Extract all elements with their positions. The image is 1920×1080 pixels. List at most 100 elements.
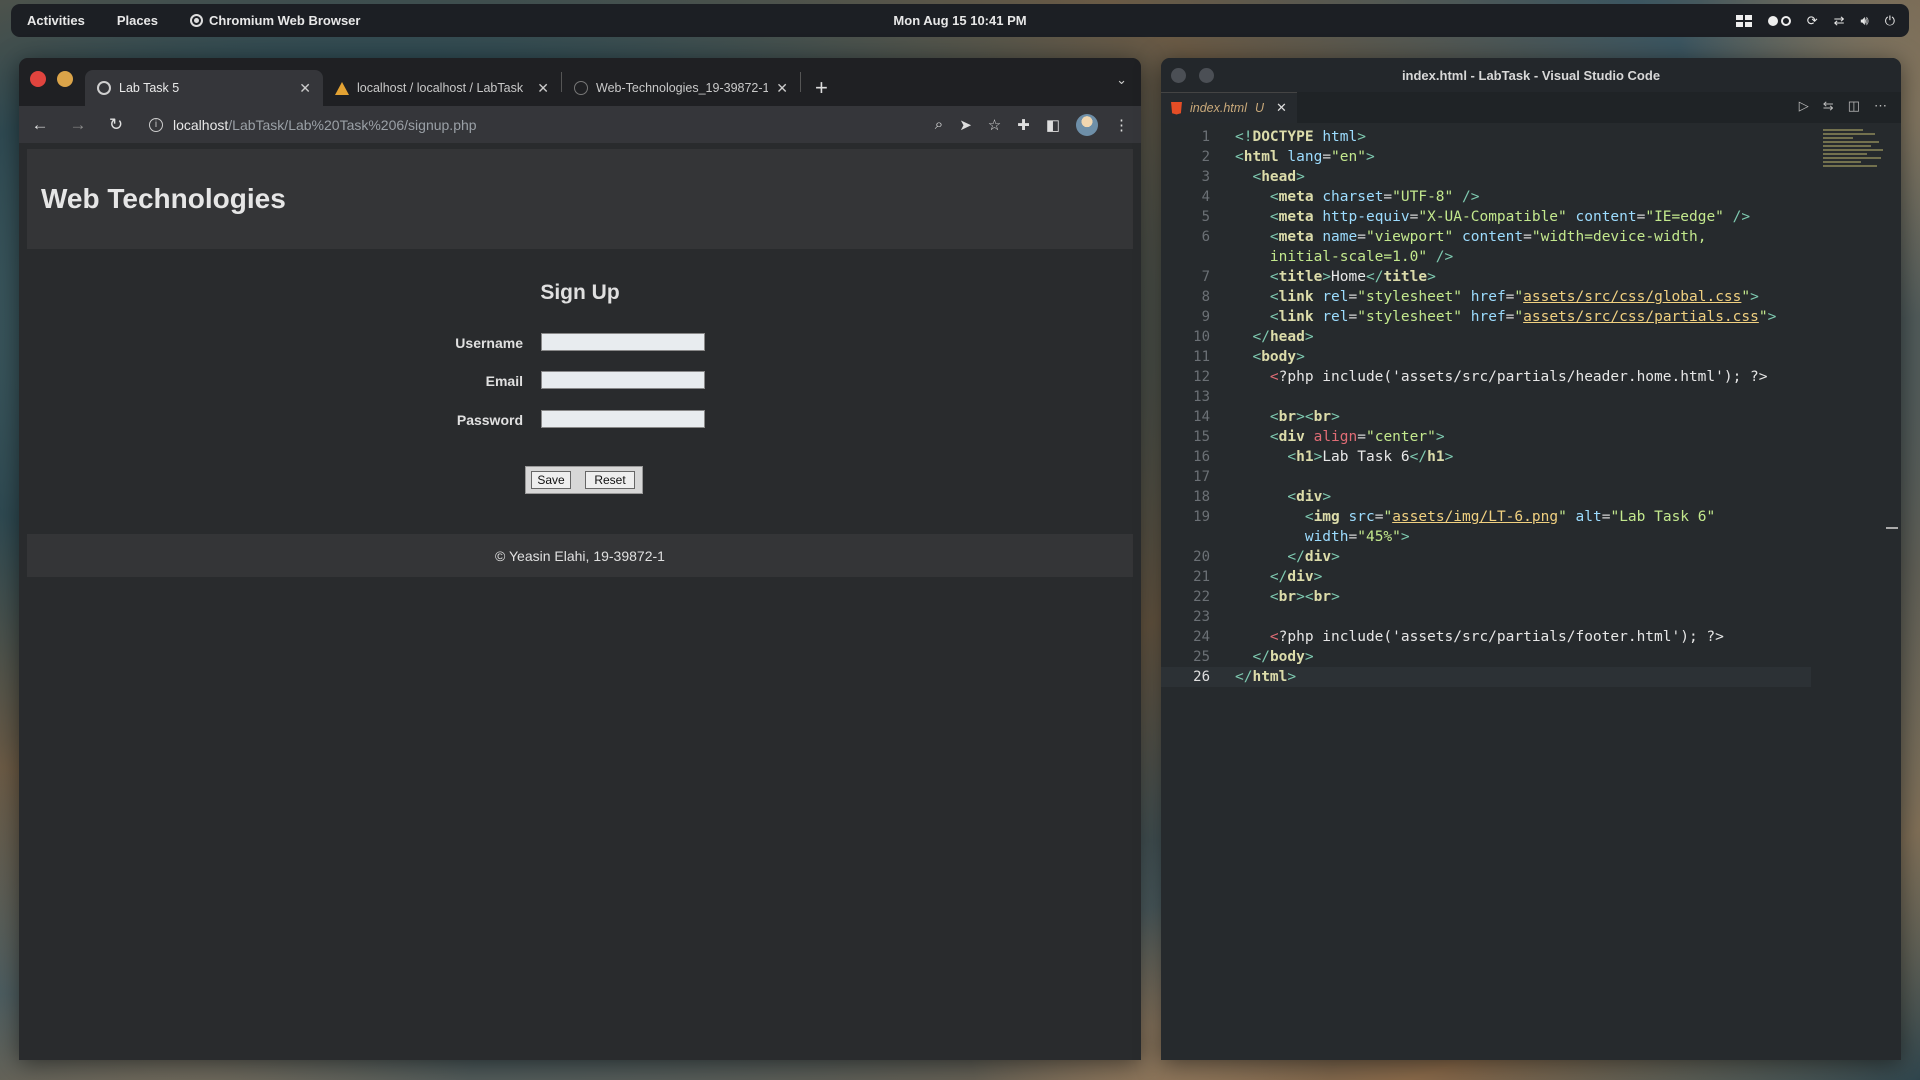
code-line: 12 <?php include('assets/src/partials/he… [1193,369,1768,385]
toggle-icon[interactable] [1767,15,1791,26]
places-menu[interactable]: Places [101,13,174,28]
clock[interactable]: Mon Aug 15 10:41 PM [893,13,1026,28]
code-line: 1 <!DOCTYPE html> [1201,129,1366,145]
code-line: 19 <img src="assets/img/LT-6.png" alt="L… [1193,509,1716,525]
volume-icon[interactable]: 🔊︎ [1861,13,1869,29]
split-editor-icon[interactable]: ◫ [1848,98,1860,114]
form-title: Sign Up [540,281,620,304]
url-host: localhost [173,116,229,133]
places-label: Places [116,13,159,28]
site-header: Web Technologies [27,149,1133,249]
back-icon[interactable]: ← [31,115,49,135]
tab-search-chevron-icon[interactable]: ⌄ [1116,72,1127,88]
password-input[interactable] [541,410,705,428]
code-line: 21 </div> [1193,569,1323,585]
reload-icon[interactable]: ↻ [107,115,125,135]
html-file-icon [1171,101,1182,115]
code-line: 10 </head> [1193,329,1314,345]
menu-kebab-icon[interactable]: ⋮ [1114,116,1129,134]
app-menu[interactable]: Chromium Web Browser [174,13,376,28]
code-line: 22 <br><br> [1193,589,1340,605]
toolbar-actions: ⌕ ➤ ☆ ✚ ◧ ⋮ [935,113,1129,136]
zoom-icon[interactable]: ⌕ [935,116,943,133]
code-editor[interactable]: 1 <!DOCTYPE html> 2 <html lang="en"> 3 <he… [1161,123,1901,1060]
email-input[interactable] [541,371,705,389]
address-bar[interactable]: i localhost/LabTask/Lab%20Task%206/signu… [149,117,915,133]
code-line: 7 <title>Home</title> [1201,269,1436,285]
tab-phpmyadmin[interactable]: localhost / localhost / LabTask ✕ [323,70,561,106]
git-status-badge: U [1254,101,1265,115]
workspace-grid-icon[interactable] [1735,14,1752,27]
code-line: 23 [1193,609,1210,625]
chromium-icon [190,14,204,27]
code-line: 2 <html lang="en"> [1201,149,1375,165]
send-icon[interactable]: ➤ [959,116,972,134]
extensions-icon[interactable]: ✚ [1017,116,1030,134]
vscode-titlebar: index.html - LabTask - Visual Studio Cod… [1161,58,1901,92]
editor-actions: ▷ ⇆ ◫ ⋯ [1799,98,1887,114]
username-row: Username [27,333,1133,357]
power-icon[interactable]: ⏻ [1885,13,1895,29]
network-icon[interactable]: ⇄ [1834,13,1845,29]
save-button[interactable]: Save [531,471,571,489]
page-viewport: Web Technologies Sign Up Username Email … [19,143,1141,1060]
tab-strip: Lab Task 5 ✕ localhost / localhost / Lab… [19,58,1141,106]
password-row: Password [27,410,1133,434]
tab-index-html[interactable]: index.html U ✕ [1161,92,1297,123]
close-window-button[interactable] [30,71,46,87]
url-path: /LabTask/Lab%20Task%206/signup.php [228,116,477,133]
bookmark-star-icon[interactable]: ☆ [988,116,1001,134]
site-footer: © Yeasin Elahi, 19-39872-1 [27,534,1133,577]
new-tab-button[interactable]: + [801,70,842,106]
globe-icon [97,81,111,95]
site-title: Web Technologies [41,183,286,214]
minimize-window-button[interactable] [57,71,73,87]
side-panel-icon[interactable]: ◧ [1046,116,1060,134]
browser-window: Lab Task 5 ✕ localhost / localhost / Lab… [19,58,1141,1060]
activities-button[interactable]: Activities [11,13,101,28]
minimize-window-button[interactable] [1199,68,1214,83]
compare-icon[interactable]: ⇆ [1823,98,1834,114]
browser-toolbar: ← → ↻ i localhost/LabTask/Lab%20Task%206… [19,106,1141,143]
code-line-current: 26 </html> [1161,667,1811,687]
activities-label: Activities [27,13,85,28]
signup-form: Sign Up Username Email Password Save Res… [27,249,1133,494]
vscode-window: index.html - LabTask - Visual Studio Cod… [1161,58,1901,1060]
close-tab-icon[interactable]: ✕ [299,80,311,97]
system-tray: ⟳ ⇄ 🔊︎ ⏻ [1735,13,1895,29]
reset-button[interactable]: Reset [585,471,635,489]
code-line: 16 <h1>Lab Task 6</h1> [1193,449,1454,465]
more-actions-icon[interactable]: ⋯ [1874,98,1887,114]
profile-avatar[interactable] [1076,113,1098,136]
code-line: 9 <link rel="stylesheet" href="assets/sr… [1201,309,1777,325]
code-line: 8 <link rel="stylesheet" href="assets/sr… [1201,289,1759,305]
code-line: 20 </div> [1193,549,1340,565]
run-icon[interactable]: ▷ [1799,98,1809,114]
email-label: Email [485,373,523,389]
top-panel: Activities Places Chromium Web Browser M… [11,4,1909,37]
close-window-button[interactable] [1171,68,1186,83]
scrollbar-marker [1886,527,1898,529]
close-tab-icon[interactable]: ✕ [776,80,788,97]
app-name-label: Chromium Web Browser [209,13,361,28]
code-line-wrap: width="45%"> [1304,529,1410,545]
code-line: 6 <meta name="viewport" content="width=d… [1201,229,1707,245]
code-line: 24 <?php include('assets/src/partials/fo… [1193,629,1724,645]
code-line: 25 </body> [1193,649,1314,665]
close-tab-icon[interactable]: ✕ [537,80,549,97]
power-profile-icon[interactable]: ⟳ [1807,13,1818,29]
tab-title: index.html [1190,101,1247,115]
username-input[interactable] [541,333,705,351]
code-line: 3 <head> [1201,169,1305,185]
site-info-icon[interactable]: i [149,117,163,132]
tab-github[interactable]: Web-Technologies_19-39872-1/ ✕ [562,70,800,106]
close-tab-icon[interactable]: ✕ [1276,100,1287,116]
code-line: 17 [1193,469,1210,485]
minimap[interactable] [1823,127,1887,181]
forward-icon[interactable]: → [69,115,87,135]
tab-title: Web-Technologies_19-39872-1/ [596,81,768,95]
tab-lab-task-5[interactable]: Lab Task 5 ✕ [85,70,323,106]
code-line: 14 <br><br> [1193,409,1340,425]
tab-title: Lab Task 5 [119,81,180,95]
window-title: index.html - LabTask - Visual Studio Cod… [1401,67,1661,83]
